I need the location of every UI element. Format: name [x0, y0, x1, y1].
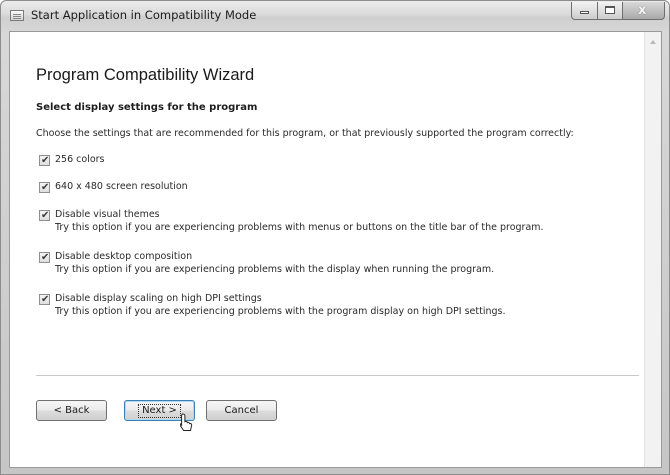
next-button-label: Next >	[138, 403, 181, 418]
option-label: Disable desktop composition	[55, 251, 193, 262]
intro-text: Choose the settings that are recommended…	[36, 128, 574, 139]
caption-buttons: x	[571, 2, 665, 20]
window-title: Start Application in Compatibility Mode	[31, 8, 257, 22]
window-list-icon[interactable]	[10, 10, 24, 21]
checkmark-icon: ✔	[41, 155, 50, 166]
page-title: Program Compatibility Wizard	[36, 66, 255, 84]
close-button[interactable]: x	[622, 2, 665, 20]
checkbox-disable-dpi-scaling[interactable]: ✔	[39, 294, 50, 305]
button-divider	[36, 375, 639, 376]
checkmark-icon: ✔	[41, 252, 50, 263]
wizard-window: Start Application in Compatibility Mode …	[0, 0, 670, 475]
wizard-client-area: Program Compatibility Wizard Select disp…	[9, 31, 662, 468]
option-label: Disable visual themes	[55, 209, 160, 220]
scroll-up-icon[interactable]	[650, 40, 656, 44]
checkbox-640x480-resolution[interactable]: ✔	[39, 182, 50, 193]
option-label: Disable display scaling on high DPI sett…	[55, 293, 262, 304]
checkbox-disable-desktop-composition[interactable]: ✔	[39, 252, 50, 263]
checkbox-256-colors[interactable]: ✔	[39, 155, 50, 166]
maximize-button[interactable]	[597, 2, 622, 20]
option-description: Try this option if you are experiencing …	[55, 222, 544, 233]
minimize-icon	[580, 11, 589, 14]
option-description: Try this option if you are experiencing …	[55, 306, 506, 317]
option-description: Try this option if you are experiencing …	[55, 264, 495, 275]
checkbox-disable-visual-themes[interactable]: ✔	[39, 210, 50, 221]
back-button[interactable]: < Back	[36, 400, 107, 421]
checkmark-icon: ✔	[41, 294, 50, 305]
vertical-scrollbar[interactable]	[644, 32, 661, 467]
cancel-button[interactable]: Cancel	[206, 400, 277, 421]
cancel-button-label: Cancel	[224, 405, 259, 416]
minimize-button[interactable]	[571, 2, 597, 20]
title-bar[interactable]: Start Application in Compatibility Mode …	[1, 1, 669, 31]
maximize-icon	[605, 6, 615, 14]
mouse-pointer-icon	[180, 413, 193, 431]
checkmark-icon: ✔	[41, 182, 50, 193]
wizard-page: Program Compatibility Wizard Select disp…	[10, 32, 645, 467]
option-label: 256 colors	[55, 154, 105, 165]
close-icon: x	[638, 3, 647, 18]
back-button-label: < Back	[53, 405, 90, 416]
section-heading: Select display settings for the program	[36, 102, 258, 113]
checkmark-icon: ✔	[41, 210, 50, 221]
option-label: 640 x 480 screen resolution	[55, 181, 188, 192]
